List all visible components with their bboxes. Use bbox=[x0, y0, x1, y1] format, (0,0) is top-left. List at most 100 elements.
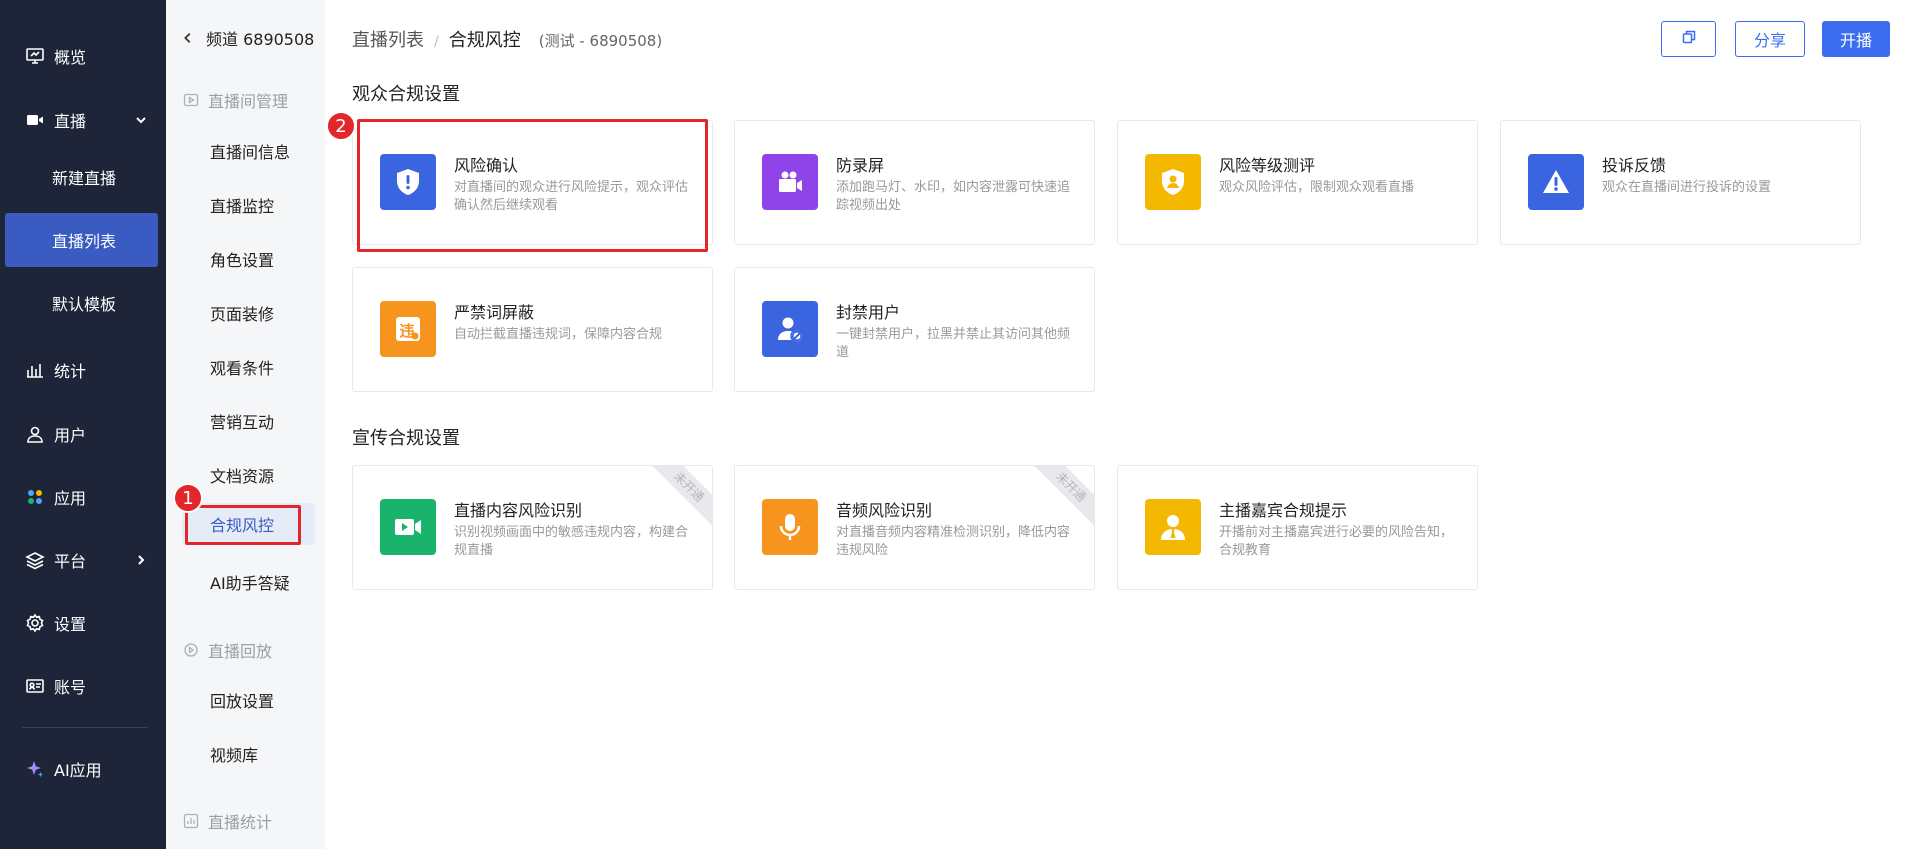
start-live-button[interactable]: 开播 bbox=[1822, 21, 1890, 57]
nav-item-overview[interactable]: 概览 bbox=[0, 36, 166, 76]
card-title: 风险确认 bbox=[454, 156, 519, 175]
nav-label: 概览 bbox=[54, 48, 87, 67]
chart-box-icon bbox=[183, 813, 199, 829]
nav-item-apps[interactable]: 应用 bbox=[0, 477, 166, 517]
step-badge-2: 2 bbox=[326, 111, 356, 141]
play-square-icon bbox=[183, 92, 199, 108]
copy-icon bbox=[1681, 29, 1697, 49]
group-replay: 直播回放 bbox=[183, 638, 272, 662]
card-content-risk-recognition[interactable]: 直播内容风险识别 识别视频画面中的敏感违规内容，构建合规直播 未开通 bbox=[352, 465, 713, 590]
content-panel: 观众合规设置 风险确认 对直播间的观众进行风险提示，观众评估确认然后继续观看 防… bbox=[325, 76, 1916, 849]
nav-sub-default-template[interactable]: 默认模板 bbox=[0, 283, 166, 323]
monitor-icon bbox=[24, 45, 46, 67]
card-audio-risk-recognition[interactable]: 音频风险识别 对直播音频内容精准检测识别，降低内容违规风险 未开通 bbox=[734, 465, 1095, 590]
menu-replay-settings[interactable]: 回放设置 bbox=[210, 688, 274, 712]
menu-room-info[interactable]: 直播间信息 bbox=[210, 139, 290, 163]
menu-document-resources[interactable]: 文档资源 bbox=[210, 463, 274, 487]
nav-item-platform[interactable]: 平台 bbox=[0, 540, 166, 580]
group-label: 直播回放 bbox=[208, 642, 273, 661]
menu-compliance-risk[interactable]: 合规风控 bbox=[182, 503, 315, 545]
id-card-icon bbox=[24, 675, 46, 697]
card-ban-users[interactable]: 封禁用户 一键封禁用户，拉黑并禁止其访问其他频道 bbox=[734, 267, 1095, 392]
main-area: 直播列表 / 合规风控 (测试 - 6890508) 分享 开播 观众合规设置 … bbox=[325, 0, 1916, 849]
share-button[interactable]: 分享 bbox=[1735, 21, 1805, 57]
nav-item-settings[interactable]: 设置 bbox=[0, 603, 166, 643]
apps-icon bbox=[24, 486, 46, 508]
gear-icon bbox=[24, 612, 46, 634]
layers-icon bbox=[24, 549, 46, 571]
card-title: 音频风险识别 bbox=[836, 501, 933, 520]
step-badge-1: 1 bbox=[173, 483, 203, 513]
card-desc: 观众风险评估，限制观众观看直播 bbox=[1219, 180, 1415, 195]
nav-label: 账号 bbox=[54, 678, 87, 697]
nav-label: 平台 bbox=[54, 552, 87, 571]
card-risk-confirm[interactable]: 风险确认 对直播间的观众进行风险提示，观众评估确认然后继续观看 bbox=[352, 120, 713, 245]
group-label: 直播统计 bbox=[208, 813, 273, 832]
forbidden-word-icon: 违 bbox=[380, 301, 436, 357]
ban-user-icon bbox=[762, 301, 818, 357]
nav-sub-new-live[interactable]: 新建直播 bbox=[0, 157, 166, 197]
chevron-left-icon bbox=[180, 30, 196, 46]
nav-item-ai-apps[interactable]: AI应用 bbox=[0, 749, 166, 789]
card-title: 防录屏 bbox=[836, 156, 885, 175]
video-camera-icon bbox=[380, 499, 436, 555]
nav-label: 用户 bbox=[54, 426, 87, 445]
card-desc: 添加跑马灯、水印，如内容泄露可快速追踪视频出处 bbox=[836, 180, 1071, 213]
card-desc: 识别视频画面中的敏感违规内容，构建合规直播 bbox=[454, 525, 689, 558]
top-bar: 直播列表 / 合规风控 (测试 - 6890508) 分享 开播 bbox=[325, 0, 1916, 76]
nav-item-stats[interactable]: 统计 bbox=[0, 350, 166, 390]
channel-label: 频道 6890508 bbox=[206, 30, 315, 49]
card-desc: 自动拦截直播违规词，保障内容合规 bbox=[454, 327, 663, 342]
nav-label: 统计 bbox=[54, 362, 87, 381]
menu-live-monitor[interactable]: 直播监控 bbox=[210, 193, 274, 217]
nav-label: 设置 bbox=[54, 615, 87, 634]
card-title: 严禁词屏蔽 bbox=[454, 303, 535, 322]
secondary-sidebar: 频道 6890508 直播间管理 直播间信息 直播监控 角色设置 页面装修 观看… bbox=[166, 0, 325, 849]
menu-marketing-interaction[interactable]: 营销互动 bbox=[210, 409, 274, 433]
menu-viewing-conditions[interactable]: 观看条件 bbox=[210, 355, 274, 379]
nav-item-account[interactable]: 账号 bbox=[0, 666, 166, 706]
card-risk-level[interactable]: 风险等级测评 观众风险评估，限制观众观看直播 bbox=[1117, 120, 1478, 245]
microphone-icon bbox=[762, 499, 818, 555]
nav-sub-live-list[interactable]: 直播列表 bbox=[5, 213, 158, 267]
card-desc: 开播前对主播嘉宾进行必要的风险告知，合规教育 bbox=[1219, 525, 1454, 558]
bar-chart-icon bbox=[24, 359, 46, 381]
not-activated-ribbon: 未开通 bbox=[1031, 466, 1094, 527]
nav-divider bbox=[22, 727, 148, 728]
card-desc: 观众在直播间进行投诉的设置 bbox=[1602, 180, 1772, 195]
menu-page-decoration[interactable]: 页面装修 bbox=[210, 301, 274, 325]
group-room-management: 直播间管理 bbox=[183, 88, 288, 112]
sparkle-icon bbox=[24, 758, 46, 780]
chevron-right-icon bbox=[134, 553, 148, 567]
nav-label: 应用 bbox=[54, 489, 87, 508]
menu-ai-assistant[interactable]: AI助手答疑 bbox=[210, 570, 290, 594]
card-title: 风险等级测评 bbox=[1219, 156, 1316, 175]
menu-role-settings[interactable]: 角色设置 bbox=[210, 247, 274, 271]
breadcrumb-parent[interactable]: 直播列表 bbox=[352, 26, 424, 52]
nav-item-live[interactable]: 直播 bbox=[0, 100, 166, 140]
card-forbidden-words[interactable]: 违 严禁词屏蔽 自动拦截直播违规词，保障内容合规 bbox=[352, 267, 713, 392]
section-title-promo: 宣传合规设置 bbox=[352, 428, 460, 449]
breadcrumb-current: 合规风控 bbox=[448, 30, 521, 51]
card-desc: 一键封禁用户，拉黑并禁止其访问其他频道 bbox=[836, 327, 1071, 360]
user-icon bbox=[24, 423, 46, 445]
copy-button[interactable] bbox=[1661, 21, 1716, 57]
section-title-audience: 观众合规设置 bbox=[352, 84, 460, 105]
card-anti-recording[interactable]: 防录屏 添加跑马灯、水印，如内容泄露可快速追踪视频出处 bbox=[734, 120, 1095, 245]
breadcrumb-separator: / bbox=[434, 34, 439, 50]
nav-label: 直播 bbox=[54, 112, 87, 131]
chevron-down-icon bbox=[134, 113, 148, 127]
video-icon bbox=[24, 109, 46, 131]
warning-icon bbox=[1528, 154, 1584, 210]
card-complaint-feedback[interactable]: 投诉反馈 观众在直播间进行投诉的设置 bbox=[1500, 120, 1861, 245]
card-title: 直播内容风险识别 bbox=[454, 501, 583, 520]
card-desc: 对直播音频内容精准检测识别，降低内容违规风险 bbox=[836, 525, 1071, 558]
channel-back-link[interactable]: 频道 6890508 bbox=[180, 26, 314, 50]
shield-user-icon bbox=[1145, 154, 1201, 210]
card-title: 主播嘉宾合规提示 bbox=[1219, 501, 1348, 520]
replay-icon bbox=[183, 642, 199, 658]
nav-label: AI应用 bbox=[54, 761, 102, 780]
nav-item-users[interactable]: 用户 bbox=[0, 414, 166, 454]
card-anchor-guest-compliance[interactable]: 主播嘉宾合规提示 开播前对主播嘉宾进行必要的风险告知，合规教育 bbox=[1117, 465, 1478, 590]
menu-video-library[interactable]: 视频库 bbox=[210, 742, 258, 766]
